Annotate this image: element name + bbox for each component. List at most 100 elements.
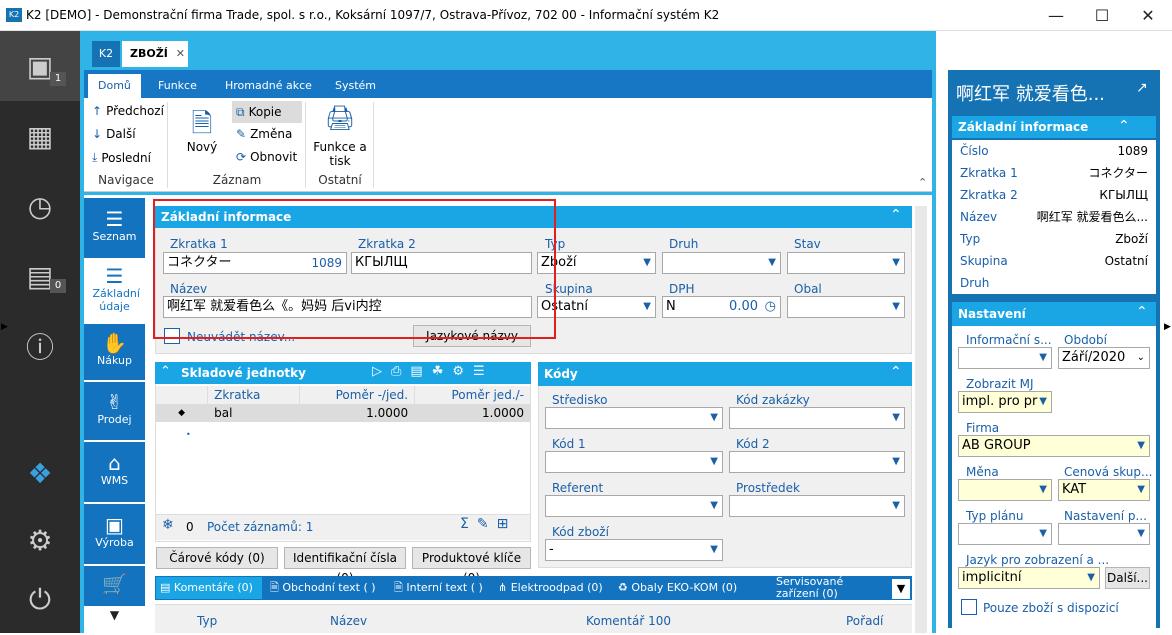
printer-icon[interactable]: 🖨 — [318, 104, 362, 132]
tab-elektroodpad[interactable]: ⋔ Elektroodpad (0) — [494, 577, 610, 599]
settings-icon[interactable]: ⚙ — [452, 364, 473, 379]
sidenav-scroll-down-icon[interactable]: ▼ — [84, 608, 145, 633]
chart-icon[interactable]: ▤ — [410, 364, 431, 379]
mena-select[interactable]: ▼ — [958, 479, 1052, 501]
snowflake-icon[interactable]: ❄ — [162, 517, 174, 533]
tab-domu[interactable]: Domů — [88, 74, 141, 98]
tab-zbozi[interactable]: ZBOŽÍ ✕ — [122, 41, 188, 67]
refresh-button[interactable]: ⟳ Obnovit — [236, 150, 297, 164]
tab-label: Obaly EKO-KOM (0) — [631, 581, 738, 594]
print-button[interactable]: Funkce a tisk — [310, 140, 370, 168]
info-icon[interactable]: ⓘ — [0, 311, 80, 381]
ribbon-divider — [167, 102, 168, 188]
firma-value: AB GROUP — [962, 438, 1031, 453]
tab-komentare[interactable]: ▤ Komentáře (0) — [156, 577, 262, 599]
col-komentar[interactable]: Komentář 100 — [586, 614, 671, 628]
last-button[interactable]: ⤓ Poslední — [92, 150, 151, 165]
nastaveni-p-select[interactable]: ▼ — [1058, 523, 1150, 545]
next-button[interactable]: ↓ Další — [92, 127, 136, 141]
add-row-icon[interactable]: ⊞ — [497, 516, 517, 532]
open-external-icon[interactable]: ↗ — [1136, 80, 1148, 96]
sum-icon[interactable]: Σ — [460, 516, 477, 532]
kod1-select[interactable]: ▼ — [545, 451, 723, 473]
tab-interni-text[interactable]: 🗎 Interní text ( ) — [390, 577, 490, 599]
power-icon[interactable]: ⏻ — [0, 565, 80, 635]
collapse-icon[interactable]: ⌃ — [1118, 118, 1130, 134]
stredisko-select[interactable]: ▼ — [545, 407, 723, 429]
table-header-cell[interactable]: Poměr -/jed. — [299, 386, 416, 404]
sidenav-prodej[interactable]: ✌ Prodej — [84, 382, 145, 442]
copy-button[interactable]: ⧉ Kopie — [232, 101, 302, 123]
idnums-button[interactable]: Identifikační čísla (0) — [284, 547, 406, 585]
collapse-icon[interactable]: ⌃ — [890, 364, 902, 380]
ribbon-collapse-icon[interactable]: ⌃ — [918, 176, 927, 189]
clock-icon[interactable]: ◷ — [0, 171, 80, 241]
zakazka-label: Kód zakázky — [736, 393, 810, 407]
minimize-button[interactable]: — — [1033, 0, 1079, 31]
table-header-cell[interactable]: Poměr jed./- — [414, 386, 530, 404]
cenova-select[interactable]: KAT ▼ — [1058, 479, 1150, 501]
group-icon[interactable]: ☘ — [432, 364, 453, 379]
collapse-icon[interactable]: ⌃ — [890, 207, 902, 223]
tab-k2[interactable]: K2 — [92, 41, 120, 67]
sidenav-zakladni-udaje[interactable]: ☰ Základní údaje — [84, 260, 145, 324]
druh-select[interactable]: ▼ — [662, 252, 781, 274]
obal-select[interactable]: ▼ — [787, 296, 905, 318]
tab-obchodni-text[interactable]: 🗎 Obchodní text ( ) — [266, 577, 384, 599]
main-scrollbar[interactable] — [915, 206, 927, 633]
barcodes-button[interactable]: Čárové kódy (0) — [156, 547, 278, 569]
tab-hromadne-akce[interactable]: Hromadné akce — [215, 74, 322, 98]
sidenav-vyroba[interactable]: ▣ Výroba — [84, 504, 145, 566]
info-s-select[interactable]: ▼ — [958, 347, 1052, 369]
collapse-icon[interactable]: ⌃ — [1136, 304, 1148, 320]
col-typ[interactable]: Typ — [197, 614, 217, 628]
prodkeys-button[interactable]: Produktové klíče (0) — [412, 547, 531, 585]
stav-select[interactable]: ▼ — [787, 252, 905, 274]
col-nazev[interactable]: Název — [330, 614, 367, 628]
maximize-button[interactable]: ☐ — [1079, 0, 1125, 31]
tab-obaly[interactable]: ♻ Obaly EKO-KOM (0) — [614, 577, 744, 599]
jazyk-select[interactable]: implicitní ▼ — [958, 567, 1100, 589]
table-row[interactable]: ◆ bal 1.0000 1.0000 — [156, 404, 530, 422]
sidenav-nakup[interactable]: ✋ Nákup — [84, 324, 145, 382]
referent-select[interactable]: ▼ — [545, 495, 723, 517]
clock-small-icon[interactable]: ◷ — [765, 297, 776, 317]
prev-button[interactable]: ↑ Předchozí — [92, 104, 164, 118]
menu-icon[interactable]: ☰ — [473, 364, 494, 379]
plug-icon: ⋔ — [498, 581, 508, 594]
expand-left-icon[interactable]: ▶ — [1, 322, 8, 332]
pouze-checkbox[interactable] — [961, 599, 977, 615]
grid-icon[interactable]: ▦ — [0, 101, 80, 171]
zakazka-select[interactable]: ▼ — [729, 407, 905, 429]
table-header-cell[interactable]: Zkratka — [207, 386, 300, 404]
kodzbozi-select[interactable]: - ▼ — [545, 539, 723, 561]
tab-servisovane[interactable]: Servisované zařízení (0) — [776, 576, 888, 600]
printer-icon[interactable]: ⎙ — [391, 364, 410, 379]
expand-right-icon[interactable]: ▶ — [1164, 322, 1171, 332]
zobrazit-mj-select[interactable]: impl. pro pr ▼ — [958, 391, 1052, 413]
firma-select[interactable]: AB GROUP ▼ — [958, 435, 1150, 457]
list-detail-icon: ☰ — [105, 263, 124, 288]
pencil-icon[interactable]: ✎ — [477, 516, 497, 532]
collapse-icon[interactable]: ⌃ — [160, 364, 171, 379]
typ-planu-select[interactable]: ▼ — [958, 523, 1052, 545]
close-tab-icon[interactable]: ✕ — [176, 47, 185, 60]
dph-field[interactable]: N 0.00 ◷ — [662, 296, 781, 318]
obdobi-select[interactable]: Září/2020 ⌄ — [1058, 347, 1150, 369]
prostredek-select[interactable]: ▼ — [729, 495, 905, 517]
tab-system[interactable]: Systém — [325, 74, 386, 98]
tab-funkce[interactable]: Funkce — [148, 74, 207, 98]
kod2-select[interactable]: ▼ — [729, 451, 905, 473]
tabs-more-icon[interactable]: ▼ — [892, 579, 910, 599]
change-button[interactable]: ✎ Změna — [236, 127, 292, 141]
sidenav-seznam[interactable]: ☰ Seznam — [84, 198, 145, 260]
dalsi-button[interactable]: Další... — [1105, 567, 1150, 589]
sidenav-wms[interactable]: ⌂ WMS — [84, 442, 145, 504]
col-poradi[interactable]: Pořadí — [846, 614, 883, 628]
sidenav-cart[interactable]: 🛒 — [84, 566, 145, 608]
close-window-button[interactable]: ✕ — [1125, 0, 1171, 31]
splitter-handle-icon[interactable]: ⋮ — [940, 330, 949, 360]
new-button[interactable]: Nový — [180, 140, 224, 154]
chat-icon[interactable]: ▤ — [0, 241, 80, 311]
play-icon[interactable]: ▷ — [372, 364, 391, 379]
